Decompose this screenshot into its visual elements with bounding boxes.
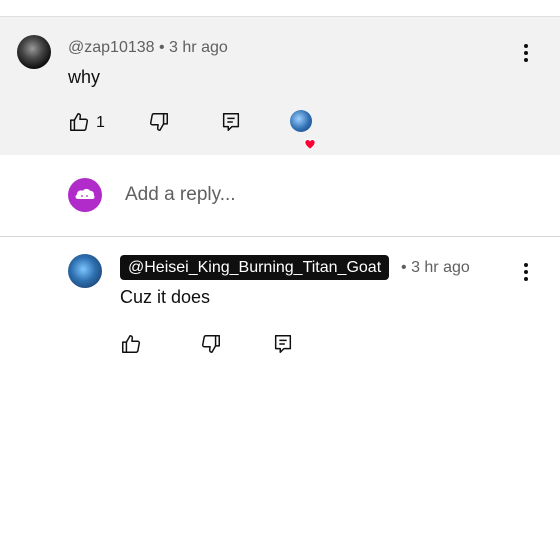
reply-author-badge[interactable]: @Heisei_King_Burning_Titan_Goat bbox=[120, 255, 390, 280]
thumbs-down-icon[interactable] bbox=[148, 111, 170, 133]
comment-author[interactable]: @zap10138 bbox=[68, 39, 155, 56]
reply-text: Cuz it does bbox=[120, 287, 211, 307]
thumbs-down-icon[interactable] bbox=[200, 333, 222, 355]
more-vert-icon[interactable] bbox=[516, 260, 536, 284]
meta-separator: • bbox=[401, 259, 407, 276]
creator-heart-avatar bbox=[290, 110, 312, 132]
commenter-avatar[interactable] bbox=[17, 35, 51, 69]
comment-reply-icon[interactable] bbox=[220, 111, 242, 133]
thumbs-up-icon[interactable] bbox=[120, 333, 142, 355]
comment-text: why bbox=[68, 67, 101, 87]
comment-meta: @zap10138 • 3 hr ago bbox=[68, 39, 228, 57]
comment-reply-icon[interactable] bbox=[272, 333, 294, 355]
like-count: 1 bbox=[96, 114, 105, 131]
meta-separator: • bbox=[158, 39, 165, 56]
thumbs-up-icon[interactable] bbox=[68, 111, 90, 133]
heart-icon bbox=[303, 137, 317, 150]
add-reply-input[interactable]: Add a reply... bbox=[125, 184, 236, 206]
reply-meta: • 3 hr ago bbox=[401, 259, 470, 277]
reply-author-avatar[interactable] bbox=[68, 254, 102, 288]
reply-time: 3 hr ago bbox=[411, 259, 470, 276]
comment-card: @zap10138 • 3 hr ago why 1 bbox=[0, 16, 560, 155]
current-user-avatar bbox=[68, 178, 102, 212]
comment-time: 3 hr ago bbox=[169, 39, 228, 56]
more-vert-icon[interactable] bbox=[516, 41, 536, 65]
divider bbox=[0, 236, 560, 237]
